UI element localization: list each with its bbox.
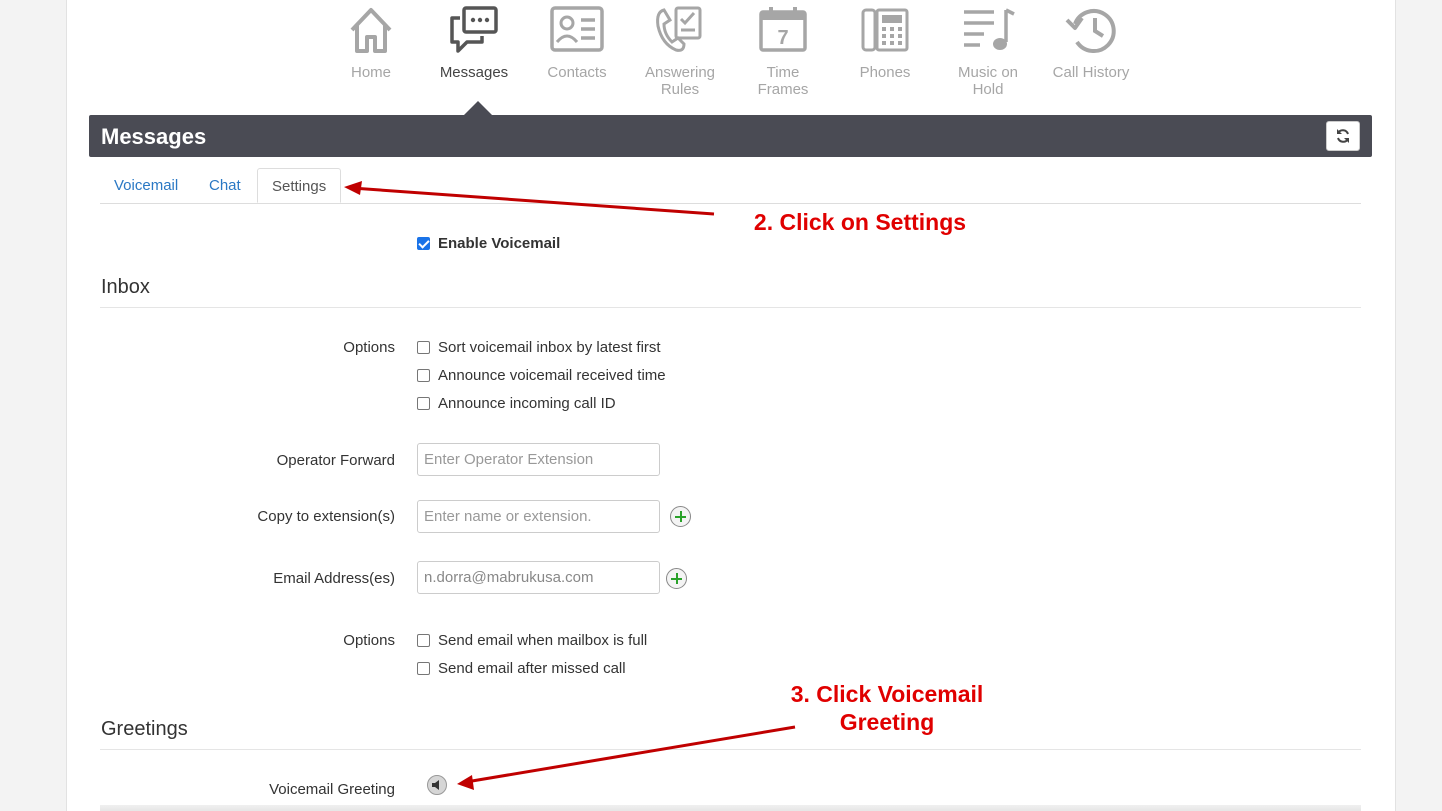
arrow-to-greeting-head [457,775,474,790]
annotation-arrows [344,181,796,790]
arrow-to-settings-head [344,181,362,195]
arrow-to-settings [351,186,715,216]
arrow-to-greeting [465,725,796,784]
